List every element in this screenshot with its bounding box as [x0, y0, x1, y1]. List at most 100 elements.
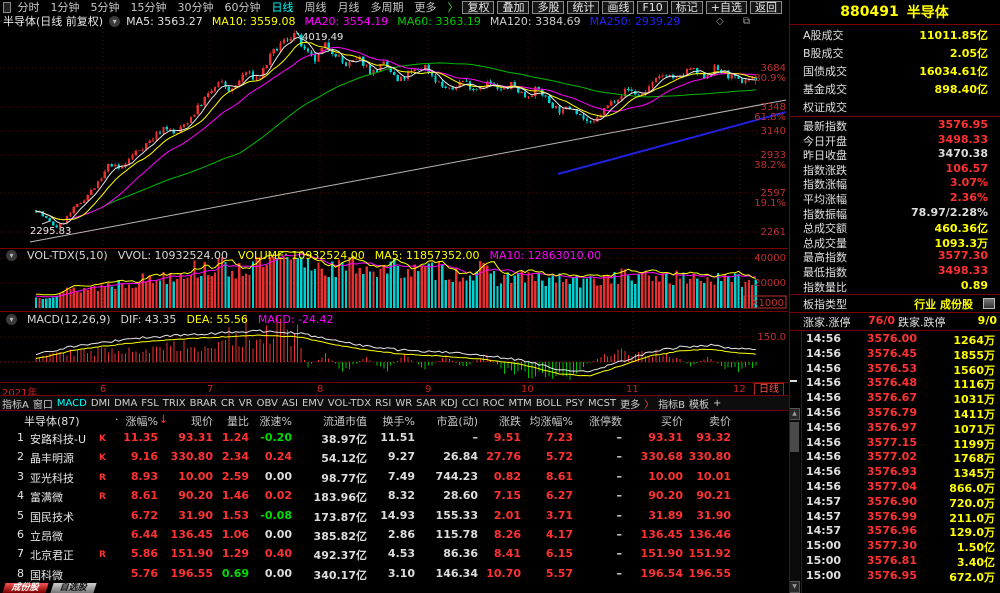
tab-BOLL[interactable]: BOLL [536, 398, 562, 409]
tab-BRAR[interactable]: BRAR [190, 398, 217, 409]
column-header-涨速%[interactable]: 涨速% [260, 413, 292, 429]
tab-RSI[interactable]: RSI [375, 398, 391, 409]
tab-DMI[interactable]: DMI [91, 398, 110, 409]
stock-name[interactable]: 亚光科技 [30, 470, 74, 486]
tick-row[interactable]: 14:563576.481116万 [790, 376, 1000, 391]
tab-VOL-TDX[interactable]: VOL-TDX [328, 398, 371, 409]
tab-TRIX[interactable]: TRIX [163, 398, 186, 409]
tick-row[interactable]: 15:003577.301.50亿 [790, 539, 1000, 554]
window-icon[interactable] [3, 2, 11, 13]
stock-name[interactable]: 富满微 [30, 489, 63, 505]
tick-row[interactable]: 14:573576.90720.0万 [790, 495, 1000, 510]
column-header-涨跌[interactable]: 涨跌 [499, 413, 521, 429]
tick-row[interactable]: 14:573576.99211.0万 [790, 510, 1000, 525]
tab-CR[interactable]: CR [221, 398, 235, 409]
stock-name[interactable]: 国科微 [30, 567, 63, 583]
table-row[interactable]: 8国科微5.76196.550.690.00340.17亿3.10146.341… [0, 564, 788, 583]
tick-row[interactable]: 14:573576.96129.0万 [790, 524, 1000, 539]
tab-更多[interactable]: 更多 [620, 396, 640, 411]
column-header-现价[interactable]: 现价 [191, 413, 213, 429]
table-title[interactable]: 半导体(87) [24, 413, 80, 429]
tick-row[interactable]: 14:563576.671031万 [790, 391, 1000, 406]
tab-指标B[interactable]: 指标B [658, 396, 685, 411]
table-row[interactable]: 2晶丰明源K9.16330.802.340.2454.12亿9.2726.842… [0, 447, 788, 466]
period-1分钟[interactable]: 1分钟 [50, 1, 79, 14]
period-周线[interactable]: 周线 [304, 1, 326, 14]
table-row[interactable]: 3亚光科技R8.9310.002.590.0098.77亿7.49744.230… [0, 467, 788, 486]
toolbar-button-+自选[interactable]: +自选 [706, 1, 747, 14]
tab-ROC[interactable]: ROC [483, 398, 505, 409]
toolbar-button-返回[interactable]: 返回 [750, 1, 782, 14]
column-header-换手%[interactable]: 换手% [383, 413, 415, 429]
column-header-卖价[interactable]: 卖价 [709, 413, 731, 429]
stock-name[interactable]: 立昂微 [30, 528, 63, 544]
period-日线[interactable]: 日线 [271, 1, 293, 14]
tab-PSY[interactable]: PSY [566, 398, 585, 409]
kline-chart[interactable]: 368480.9%334861.8%3140293338.2%259719.1%… [0, 28, 788, 248]
tick-row[interactable]: 14:563576.931345万 [790, 465, 1000, 480]
tab-VR[interactable]: VR [239, 398, 253, 409]
period-多周期[interactable]: 多周期 [370, 1, 403, 14]
grid-icon[interactable] [983, 298, 995, 309]
tab-〉[interactable]: 〉 [644, 396, 654, 411]
tick-row[interactable]: 14:563577.021768万 [790, 450, 1000, 465]
tab-KDJ[interactable]: KDJ [440, 398, 457, 409]
chevron-down-icon[interactable]: ▾ [109, 16, 120, 27]
column-header-涨幅%[interactable]: 涨幅% [126, 413, 158, 429]
tick-row[interactable]: 14:563576.451855万 [790, 347, 1000, 362]
tick-row[interactable]: 14:563576.531560万 [790, 362, 1000, 377]
stock-name[interactable]: 晶丰明源 [30, 450, 74, 466]
tab-+[interactable]: + [713, 398, 721, 409]
period-5分钟[interactable]: 5分钟 [90, 1, 119, 14]
tick-row[interactable]: 15:003576.813.40亿 [790, 554, 1000, 569]
chart-mini-icons[interactable]: ◇ ⧉ [716, 15, 788, 28]
column-header-量比[interactable]: 量比 [227, 413, 249, 429]
tab-MCST[interactable]: MCST [588, 398, 616, 409]
toolbar-button-多股[interactable]: 多股 [532, 1, 564, 14]
period-〉[interactable]: 〉 [447, 1, 458, 14]
stock-name[interactable]: 安路科技-U [30, 431, 86, 447]
period-更多[interactable]: 更多 [414, 1, 436, 14]
toolbar-button-统计[interactable]: 统计 [567, 1, 599, 14]
tab-指标A[interactable]: 指标A [2, 396, 29, 411]
tab-CCI[interactable]: CCI [462, 398, 479, 409]
column-header-买价[interactable]: 买价 [661, 413, 683, 429]
tab-constituents[interactable]: 成份股 [2, 583, 48, 593]
toolbar-button-画线[interactable]: 画线 [602, 1, 634, 14]
period-30分钟[interactable]: 30分钟 [177, 1, 213, 14]
table-row[interactable]: 6立昂微6.44136.451.060.00385.82亿2.86115.788… [0, 525, 788, 544]
chevron-down-icon[interactable]: ▾ [6, 314, 17, 325]
toolbar-button-复权[interactable]: 复权 [462, 1, 494, 14]
stock-name[interactable]: 国民技术 [30, 509, 74, 525]
period-月线[interactable]: 月线 [337, 1, 359, 14]
tab-窗口[interactable]: 窗口 [33, 396, 53, 411]
toolbar-button-标记[interactable]: 标记 [671, 1, 703, 14]
tick-row[interactable]: 14:563576.971071万 [790, 421, 1000, 436]
table-row[interactable]: 4富满微R8.6190.201.460.02183.96亿8.3228.607.… [0, 486, 788, 505]
toolbar-button-F10[interactable]: F10 [637, 1, 667, 14]
table-row[interactable]: 5国民技术6.7231.901.53-0.08173.87亿14.93155.3… [0, 506, 788, 525]
column-header-涨停数[interactable]: 涨停数 [589, 413, 622, 429]
tab-MTM[interactable]: MTM [508, 398, 531, 409]
period-分时[interactable]: 分时 [17, 1, 39, 14]
period-15分钟[interactable]: 15分钟 [130, 1, 166, 14]
tab-watchlist[interactable]: 自选股 [50, 583, 96, 593]
column-header-均涨幅%[interactable]: 均涨幅% [530, 413, 573, 429]
tick-row[interactable]: 14:563576.001264万 [790, 332, 1000, 347]
period-60分钟[interactable]: 60分钟 [224, 1, 260, 14]
tab-MACD[interactable]: MACD [57, 398, 87, 409]
stock-name[interactable]: 北京君正 [30, 547, 74, 563]
column-header-流通市值[interactable]: 流通市值 [323, 413, 367, 429]
tab-DMA[interactable]: DMA [114, 398, 137, 409]
tab-EMV[interactable]: EMV [302, 398, 324, 409]
tab-ASI[interactable]: ASI [282, 398, 298, 409]
table-row[interactable]: 7北京君正R5.86151.901.290.40492.37亿4.5386.36… [0, 544, 788, 563]
tab-WR[interactable]: WR [395, 398, 412, 409]
toolbar-button-叠加[interactable]: 叠加 [497, 1, 529, 14]
tab-OBV[interactable]: OBV [257, 398, 278, 409]
board-type-value[interactable]: 行业 成份股 [914, 296, 973, 312]
tick-row[interactable]: 14:563576.791411万 [790, 406, 1000, 421]
tab-FSL[interactable]: FSL [141, 398, 159, 409]
table-row[interactable]: 1安路科技-UK11.3593.311.24-0.2038.97亿11.51–9… [0, 428, 788, 447]
tick-row[interactable]: 14:563577.151199万 [790, 436, 1000, 451]
